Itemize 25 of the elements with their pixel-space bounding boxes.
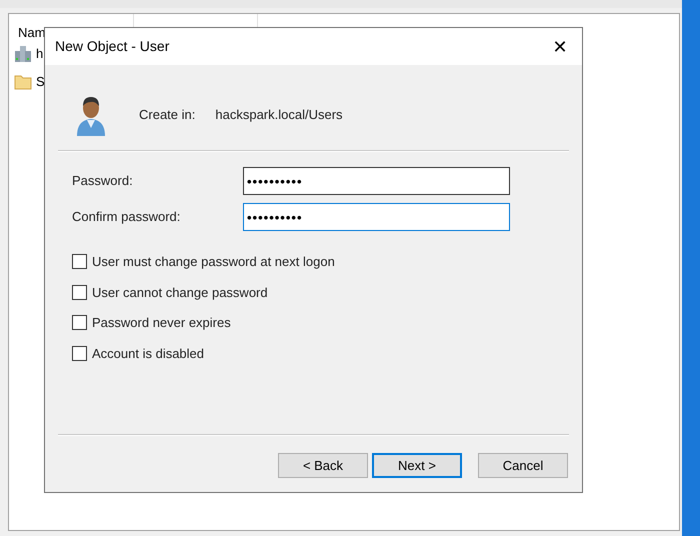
dialog-button[interactable]: Next > [372, 453, 462, 478]
create-in-label: Create in: [139, 106, 196, 124]
column-header[interactable]: Nam [9, 14, 46, 44]
checkbox[interactable] [72, 254, 87, 270]
password-field[interactable]: •••••••••• [243, 203, 510, 231]
checkbox-label: Password never expires [92, 314, 231, 332]
checkbox-label: User must change password at next logon [92, 253, 335, 271]
checkbox[interactable] [72, 284, 87, 300]
list-item[interactable]: h [36, 44, 44, 64]
field-label: Password: [72, 172, 134, 190]
dialog-button[interactable]: < Back [278, 453, 368, 478]
folder-icon [14, 74, 32, 90]
password-field[interactable]: •••••••••• [243, 167, 510, 195]
field-label: Confirm password: [72, 208, 182, 226]
list-item[interactable]: S [36, 72, 45, 92]
checkbox-label: User cannot change password [92, 284, 268, 302]
user-icon [75, 94, 107, 136]
checkbox[interactable] [72, 315, 87, 330]
create-in-value: hackspark.local/Users [215, 106, 343, 124]
checkbox[interactable] [72, 346, 87, 361]
server-icon [14, 45, 32, 63]
window-title: New Object - User [55, 37, 170, 56]
dialog-button[interactable]: Cancel [478, 453, 568, 478]
close-button[interactable]: ✕ [548, 34, 572, 58]
checkbox-label: Account is disabled [92, 344, 204, 362]
